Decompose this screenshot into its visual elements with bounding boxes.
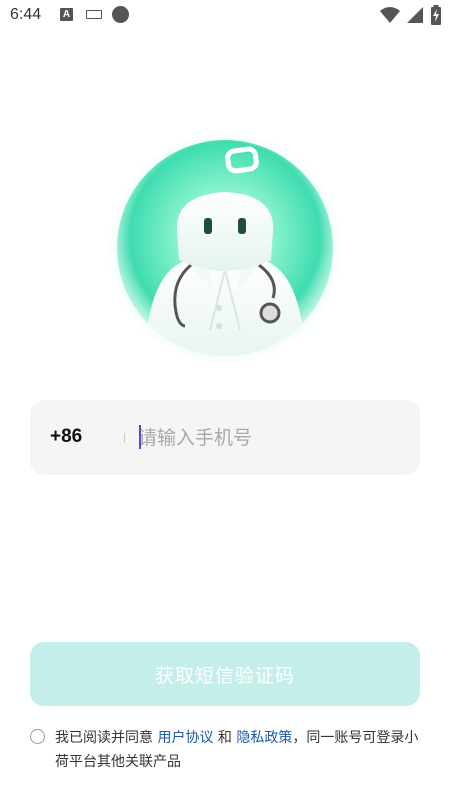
get-sms-code-button[interactable]: 获取短信验证码 bbox=[30, 642, 420, 706]
battery-charging-icon bbox=[431, 5, 441, 25]
agreement-checkbox[interactable] bbox=[30, 729, 45, 744]
keyboard-icon bbox=[86, 10, 102, 19]
user-agreement-link[interactable]: 用户协议 bbox=[157, 730, 213, 746]
phone-number-input[interactable] bbox=[138, 419, 398, 457]
agreement-text: 我已阅读并同意 用户协议 和 隐私政策，同一账号可登录小荷平台其他关联产品 bbox=[55, 726, 425, 774]
phone-input-container[interactable]: +86 bbox=[30, 400, 420, 475]
text-a-icon: A bbox=[60, 8, 73, 21]
country-code-divider bbox=[124, 433, 125, 443]
status-time: 6:44 bbox=[10, 6, 42, 23]
privacy-policy-link[interactable]: 隐私政策 bbox=[236, 730, 292, 746]
doctor-mascot-illustration bbox=[103, 130, 347, 370]
status-bar: 6:44 A bbox=[0, 0, 450, 32]
cellular-signal-icon bbox=[407, 7, 423, 23]
agreement-prefix: 我已阅读并同意 bbox=[55, 730, 158, 746]
status-right-icons bbox=[380, 5, 442, 25]
country-code[interactable]: +86 bbox=[50, 426, 82, 448]
text-caret bbox=[139, 425, 141, 449]
agreement-connector: 和 bbox=[213, 730, 237, 746]
record-dot-icon bbox=[112, 6, 129, 23]
wifi-icon bbox=[380, 7, 400, 23]
